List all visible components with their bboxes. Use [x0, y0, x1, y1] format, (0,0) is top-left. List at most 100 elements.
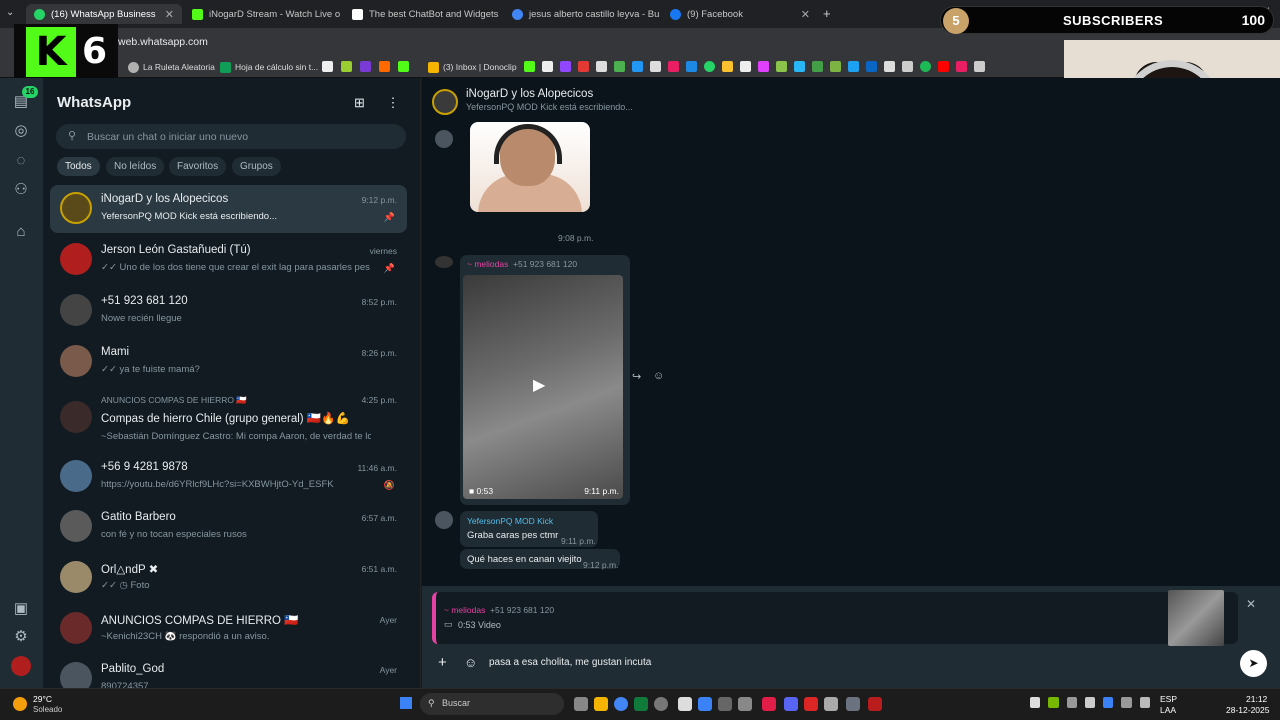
taskbar-app-icon[interactable]: [824, 697, 838, 711]
close-icon[interactable]: ✕: [801, 8, 810, 21]
tray-icon[interactable]: [1103, 697, 1114, 708]
sticker-icon[interactable]: ☺: [464, 655, 477, 670]
channels-icon[interactable]: ◌: [11, 151, 31, 171]
emoji-react-icon[interactable]: ☺: [653, 370, 664, 382]
taskbar-search[interactable]: ⚲ Buscar: [420, 693, 564, 715]
filter-all[interactable]: Todos: [57, 157, 100, 176]
tab-chatbot[interactable]: The best ChatBot and Widgets ✕: [344, 4, 502, 24]
bookmark-icon[interactable]: [650, 61, 661, 72]
steam-icon[interactable]: [718, 697, 732, 711]
bookmark-icon[interactable]: [758, 61, 769, 72]
media-icon[interactable]: ▣: [11, 599, 31, 619]
bookmark-icon[interactable]: [614, 61, 625, 72]
chat-row[interactable]: Gatito Barbero con fé y no tocan especia…: [50, 503, 407, 551]
new-chat-icon[interactable]: ⊞: [354, 95, 370, 110]
spotify-icon[interactable]: [920, 61, 931, 72]
search-input[interactable]: ⚲ Buscar un chat o iniciar uno nuevo: [56, 124, 406, 149]
taskbar-app-icon[interactable]: [634, 697, 648, 711]
bookmark-sheets[interactable]: Hoja de cálculo sin t...: [220, 60, 318, 74]
new-tab-button[interactable]: +: [823, 6, 831, 21]
bookmark-icon[interactable]: [379, 61, 390, 72]
taskbar-app-icon[interactable]: [678, 697, 692, 711]
status-icon[interactable]: ◎: [11, 121, 31, 141]
profile-avatar[interactable]: [11, 656, 31, 676]
bookmark-icon[interactable]: [398, 61, 409, 72]
bookmark-icon[interactable]: [686, 61, 697, 72]
reply-quote[interactable]: ~ meliodas +51 923 681 120 ▭ 0:53 Video: [432, 592, 1238, 644]
tab-whatsapp[interactable]: (16) WhatsApp Business ✕: [26, 4, 182, 24]
bookmark-icon[interactable]: [524, 61, 535, 72]
bookmark-icon[interactable]: [740, 61, 751, 72]
taskbar-app-icon[interactable]: [738, 697, 752, 711]
bookmark-icon[interactable]: [596, 61, 607, 72]
twitch-icon[interactable]: [560, 61, 571, 72]
youtube-icon[interactable]: [938, 61, 949, 72]
chrome-icon[interactable]: [614, 697, 628, 711]
bookmark-icon[interactable]: [341, 61, 352, 72]
video-thumbnail[interactable]: ▶ ■ 0:53 9:11 p.m.: [463, 275, 623, 499]
chat-row[interactable]: ANUNCIOS COMPAS DE HIERRO 🇨🇱 Compas de h…: [50, 389, 407, 451]
taskbar-app-icon[interactable]: [698, 697, 712, 711]
chat-row[interactable]: Mami ✓✓ ya te fuiste mamá? 8:26 p.m.: [50, 338, 407, 386]
forward-icon[interactable]: ↪: [632, 370, 641, 383]
communities-icon[interactable]: ⚇: [11, 180, 31, 200]
tray-icon[interactable]: [1030, 697, 1041, 708]
bookmark-icon[interactable]: [776, 61, 787, 72]
clock-date[interactable]: 28-12-2025: [1226, 705, 1269, 715]
bookmark-icon[interactable]: [884, 61, 895, 72]
tray-icon[interactable]: [1084, 697, 1096, 708]
tab-kick[interactable]: iNogarD Stream - Watch Live o ✕: [184, 4, 342, 24]
bookmark-icon[interactable]: [542, 61, 553, 72]
linkedin-icon[interactable]: [866, 61, 877, 72]
sticker-message[interactable]: [470, 122, 590, 212]
chat-row[interactable]: Pablito_God 890724357 Ayer: [50, 655, 407, 688]
twitter-icon[interactable]: [848, 61, 859, 72]
bookmark-icon[interactable]: [812, 61, 823, 72]
telegram-icon[interactable]: [794, 61, 805, 72]
nvidia-icon[interactable]: [1048, 697, 1059, 708]
windows-start-icon[interactable]: [400, 697, 412, 709]
wifi-icon[interactable]: [1121, 697, 1132, 708]
bookmark-icon[interactable]: [322, 61, 333, 72]
chat-row[interactable]: +51 923 681 120 Nowe recién llegue 8:52 …: [50, 287, 407, 335]
filter-unread[interactable]: No leídos: [106, 157, 165, 176]
url-field[interactable]: web.whatsapp.com: [118, 33, 538, 51]
close-icon[interactable]: ✕: [165, 8, 174, 21]
weather-icon[interactable]: [13, 697, 27, 711]
store-icon[interactable]: ⌂: [11, 222, 31, 242]
taskbar-app-icon[interactable]: [804, 697, 818, 711]
whatsapp-icon[interactable]: [704, 61, 715, 72]
bookmark-ruleta[interactable]: La Ruleta Aleatoria: [128, 60, 215, 74]
tray-icon[interactable]: [1066, 697, 1077, 708]
discord-icon[interactable]: [784, 697, 798, 711]
lang-primary[interactable]: ESP: [1160, 694, 1177, 704]
bookmark-icon[interactable]: [722, 61, 733, 72]
mic-icon[interactable]: [1139, 697, 1150, 708]
taskbar-app-icon[interactable]: [868, 697, 882, 711]
taskbar-app-icon[interactable]: [762, 697, 776, 711]
clock-time[interactable]: 21:12: [1246, 694, 1267, 704]
lang-secondary[interactable]: LAA: [1160, 705, 1176, 715]
tab-google[interactable]: jesus alberto castillo leyva - Bu ✕: [504, 4, 660, 24]
chat-row[interactable]: Jerson León Gastañuedi (Tú) ✓✓ Uno de lo…: [50, 236, 407, 284]
conversation-header[interactable]: [422, 80, 1060, 120]
bookmark-icon[interactable]: [830, 61, 841, 72]
bookmark-icon[interactable]: [578, 61, 589, 72]
filter-favorites[interactable]: Favoritos: [169, 157, 227, 176]
chat-row[interactable]: ANUNCIOS COMPAS DE HIERRO 🇨🇱 ~Kenichi23C…: [50, 605, 407, 653]
taskbar-app-icon[interactable]: [846, 697, 860, 711]
filter-groups[interactable]: Grupos: [232, 157, 281, 176]
attach-icon[interactable]: +: [438, 654, 447, 671]
settings-icon[interactable]: ⚙: [11, 627, 31, 647]
bookmark-icon[interactable]: [956, 61, 967, 72]
menu-icon[interactable]: ⋮: [386, 95, 400, 111]
taskbar-app-icon[interactable]: [574, 697, 588, 711]
send-button[interactable]: ➤: [1240, 650, 1267, 677]
chat-row[interactable]: +56 9 4281 9878 https://youtu.be/d6YRlcf…: [50, 453, 407, 501]
close-reply-icon[interactable]: ✕: [1246, 597, 1256, 611]
chat-row[interactable]: Orl△ndP ✖ ✓✓ ◷ Foto 6:51 a.m.: [50, 554, 407, 602]
chat-row[interactable]: iNogarD y los Alopecicos YefersonPQ MOD …: [50, 185, 407, 233]
explorer-icon[interactable]: [594, 697, 608, 711]
message-input[interactable]: pasa a esa cholita, me gustan incuta: [489, 657, 651, 668]
tab-facebook[interactable]: (9) Facebook ✕: [662, 4, 818, 24]
